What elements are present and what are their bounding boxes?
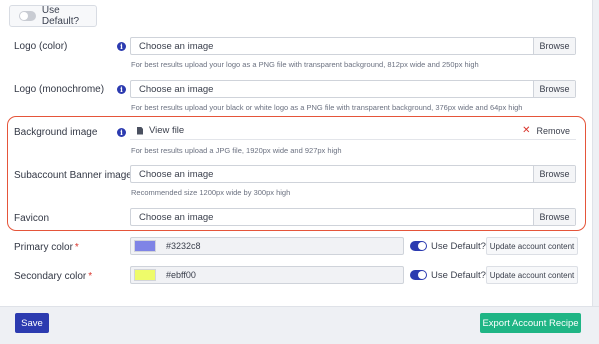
use-default-toggle-top[interactable]: Use Default? <box>9 5 97 27</box>
view-file-link[interactable]: View file <box>149 125 184 136</box>
update-account-content-button[interactable]: Update account content <box>486 237 578 255</box>
use-default-label: Use Default? <box>431 270 486 281</box>
required-mark: * <box>88 271 93 282</box>
info-icon[interactable]: i <box>117 42 126 51</box>
logo-mono-label: Logo (monochrome) <box>14 84 105 95</box>
primary-use-default-toggle[interactable] <box>410 241 427 251</box>
file-placeholder: Choose an image <box>139 168 214 180</box>
use-default-label: Use Default? <box>41 5 80 27</box>
secondary-color-text: Secondary color <box>14 271 87 282</box>
browse-button[interactable]: Browse <box>533 209 575 225</box>
logo-mono-file-input[interactable]: Choose an image Browse <box>130 80 576 98</box>
secondary-color-label: Secondary color * <box>14 271 92 282</box>
save-button[interactable]: Save <box>15 313 49 333</box>
primary-color-label: Primary color * <box>14 242 79 253</box>
export-account-recipe-button[interactable]: Export Account Recipe <box>480 313 581 333</box>
color-hex-value: #ebff00 <box>166 270 196 280</box>
browse-button[interactable]: Browse <box>533 38 575 54</box>
file-icon <box>137 126 143 135</box>
logo-color-file-input[interactable]: Choose an image Browse <box>130 37 576 55</box>
file-placeholder: Choose an image <box>139 83 214 95</box>
subaccount-banner-label: Subaccount Banner image <box>14 170 132 181</box>
subaccount-banner-file-input[interactable]: Choose an image Browse <box>130 165 576 183</box>
use-default-label: Use Default? <box>431 241 486 252</box>
remove-button[interactable]: ✕ Remove <box>522 125 570 136</box>
background-image-help: For best results upload a JPG file, 1920… <box>131 146 342 155</box>
background-image-label: Background image <box>14 127 98 138</box>
file-placeholder: Choose an image <box>139 40 214 52</box>
required-mark: * <box>74 242 79 253</box>
background-image-file: View file ✕ Remove <box>130 122 576 140</box>
subaccount-banner-help: Recommended size 1200px wide by 300px hi… <box>131 188 291 197</box>
file-placeholder: Choose an image <box>139 211 214 223</box>
primary-color-input[interactable]: #3232c8 <box>130 237 404 255</box>
favicon-label: Favicon <box>14 213 50 224</box>
close-icon: ✕ <box>522 125 531 136</box>
info-icon[interactable]: i <box>117 85 126 94</box>
info-icon[interactable]: i <box>117 128 126 137</box>
logo-color-label: Logo (color) <box>14 41 68 52</box>
toggle-switch-off[interactable] <box>19 11 36 21</box>
logo-color-help: For best results upload your logo as a P… <box>131 60 479 69</box>
color-swatch[interactable] <box>134 240 156 252</box>
browse-button[interactable]: Browse <box>533 166 575 182</box>
update-account-content-button[interactable]: Update account content <box>486 266 578 284</box>
logo-mono-help: For best results upload your black or wh… <box>131 103 523 112</box>
settings-panel: Use Default? Logo (color) i Choose an im… <box>0 0 593 306</box>
browse-button[interactable]: Browse <box>533 81 575 97</box>
remove-label: Remove <box>536 125 570 136</box>
primary-color-text: Primary color <box>14 242 73 253</box>
color-hex-value: #3232c8 <box>166 241 201 251</box>
favicon-file-input[interactable]: Choose an image Browse <box>130 208 576 226</box>
secondary-color-input[interactable]: #ebff00 <box>130 266 404 284</box>
secondary-use-default-toggle[interactable] <box>410 270 427 280</box>
color-swatch[interactable] <box>134 269 156 281</box>
